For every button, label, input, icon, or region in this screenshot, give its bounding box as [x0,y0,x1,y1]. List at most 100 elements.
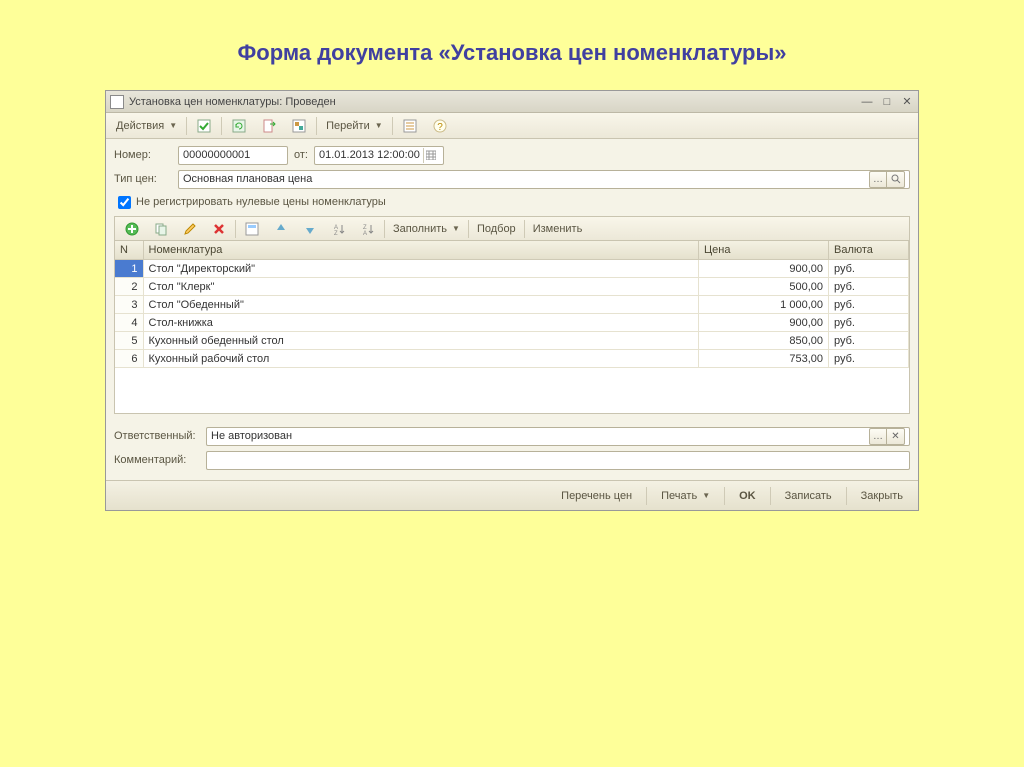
save-label: Записать [785,490,832,502]
clear-button[interactable]: ✕ [887,428,905,445]
pick-button[interactable]: Подбор [471,219,522,239]
main-toolbar: Действия ▼ Перейти ▼ [106,113,918,139]
footer-toolbar: Перечень цен Печать▼ OK Записать Закрыть [106,480,918,510]
cell-nomenclature: Стол "Клерк" [143,278,699,296]
col-n[interactable]: N [115,241,143,260]
table-header-row: N Номенклатура Цена Валюта [115,241,909,260]
delete-row-button[interactable] [205,219,233,239]
maximize-button[interactable]: □ [880,95,894,109]
table-row[interactable]: 4Стол-книжка900,00руб. [115,314,909,332]
pricetype-value: Основная плановая цена [183,173,312,185]
table-row[interactable]: 1Стол "Директорский"900,00руб. [115,260,909,278]
open-button[interactable] [887,171,905,188]
print-label: Печать [661,490,697,502]
settings-button[interactable] [396,116,424,136]
pricelist-button[interactable]: Перечень цен [552,486,641,506]
footer-separator [846,487,847,505]
calendar-icon[interactable] [423,148,439,163]
copy-row-button[interactable] [147,219,175,239]
toolbar-separator [186,117,187,135]
price-table[interactable]: N Номенклатура Цена Валюта 1Стол "Директ… [115,241,909,368]
edit-row-button[interactable] [176,219,204,239]
post-button[interactable] [190,116,218,136]
delete-icon [211,221,227,237]
sort-desc-button[interactable]: ZA [354,219,382,239]
close-window-button[interactable]: ✕ [900,95,914,109]
goto-doc-button[interactable] [255,116,283,136]
move-up-button[interactable] [267,219,295,239]
slide-title: Форма документа «Установка цен номенклат… [0,0,1024,90]
actions-menu[interactable]: Действия ▼ [110,116,183,136]
select-button[interactable]: … [869,428,887,445]
col-price[interactable]: Цена [699,241,829,260]
date-input[interactable]: 01.01.2013 12:00:00 [314,146,444,165]
goto-label: Перейти [326,120,370,132]
list-icon [402,118,418,134]
close-label: Закрыть [861,490,903,502]
pencil-icon [182,221,198,237]
movements-button[interactable] [285,116,313,136]
help-button[interactable]: ? [426,116,454,136]
cell-n: 1 [115,260,143,278]
copy-icon [153,221,169,237]
svg-text:Z: Z [334,231,338,236]
move-down-button[interactable] [296,219,324,239]
change-button[interactable]: Изменить [527,219,589,239]
post-icon [196,118,212,134]
fill-menu[interactable]: Заполнить▼ [387,219,466,239]
close-button[interactable]: Закрыть [852,486,912,506]
footer-separator [770,487,771,505]
cell-price: 850,00 [699,332,829,350]
goto-menu[interactable]: Перейти ▼ [320,116,389,136]
ok-button[interactable]: OK [730,486,765,506]
cell-nomenclature: Кухонный рабочий стол [143,350,699,368]
minimize-button[interactable]: — [860,95,874,109]
header-fields: Номер: 00000000001 от: 01.01.2013 12:00:… [106,139,918,416]
table-row[interactable]: 5Кухонный обеденный стол850,00руб. [115,332,909,350]
table-row[interactable]: 2Стол "Клерк"500,00руб. [115,278,909,296]
comment-input[interactable] [206,451,910,470]
cell-price: 900,00 [699,314,829,332]
chevron-down-icon: ▼ [169,121,177,130]
svg-text:?: ? [437,122,443,133]
titlebar: Установка цен номенклатуры: Проведен — □… [106,91,918,113]
pricelist-label: Перечень цен [561,490,632,502]
chevron-down-icon: ▼ [452,224,460,233]
col-currency[interactable]: Валюта [829,241,909,260]
cell-nomenclature: Стол "Обеденный" [143,296,699,314]
table-row[interactable]: 6Кухонный рабочий стол753,00руб. [115,350,909,368]
cell-price: 900,00 [699,260,829,278]
pick-label: Подбор [477,223,516,235]
add-row-button[interactable] [118,219,146,239]
cell-currency: руб. [829,260,909,278]
cell-price: 500,00 [699,278,829,296]
responsible-input[interactable]: Не авторизован … ✕ [206,427,910,446]
chevron-down-icon: ▼ [375,121,383,130]
arrow-down-icon [302,221,318,237]
cell-currency: руб. [829,314,909,332]
pricetype-input[interactable]: Основная плановая цена … [178,170,910,189]
document-window: Установка цен номенклатуры: Проведен — □… [105,90,919,511]
print-menu[interactable]: Печать▼ [652,486,719,506]
sort-desc-icon: ZA [360,221,376,237]
number-input[interactable]: 00000000001 [178,146,288,165]
toolbar-separator [221,117,222,135]
select-button[interactable]: … [869,171,887,188]
sort-asc-button[interactable]: AZ [325,219,353,239]
help-icon: ? [432,118,448,134]
cell-n: 6 [115,350,143,368]
toolbar-separator [384,220,385,238]
zero-prices-checkbox[interactable] [118,196,131,209]
zero-prices-label: Не регистрировать нулевые цены номенклат… [136,196,386,208]
end-edit-button[interactable] [238,219,266,239]
toolbar-separator [316,117,317,135]
responsible-value: Не авторизован [211,430,292,442]
cell-n: 2 [115,278,143,296]
table-row[interactable]: 3Стол "Обеденный"1 000,00руб. [115,296,909,314]
refresh-button[interactable] [225,116,253,136]
toolbar-separator [524,220,525,238]
col-nomenclature[interactable]: Номенклатура [143,241,699,260]
save-button[interactable]: Записать [776,486,841,506]
cell-currency: руб. [829,278,909,296]
movements-icon [291,118,307,134]
